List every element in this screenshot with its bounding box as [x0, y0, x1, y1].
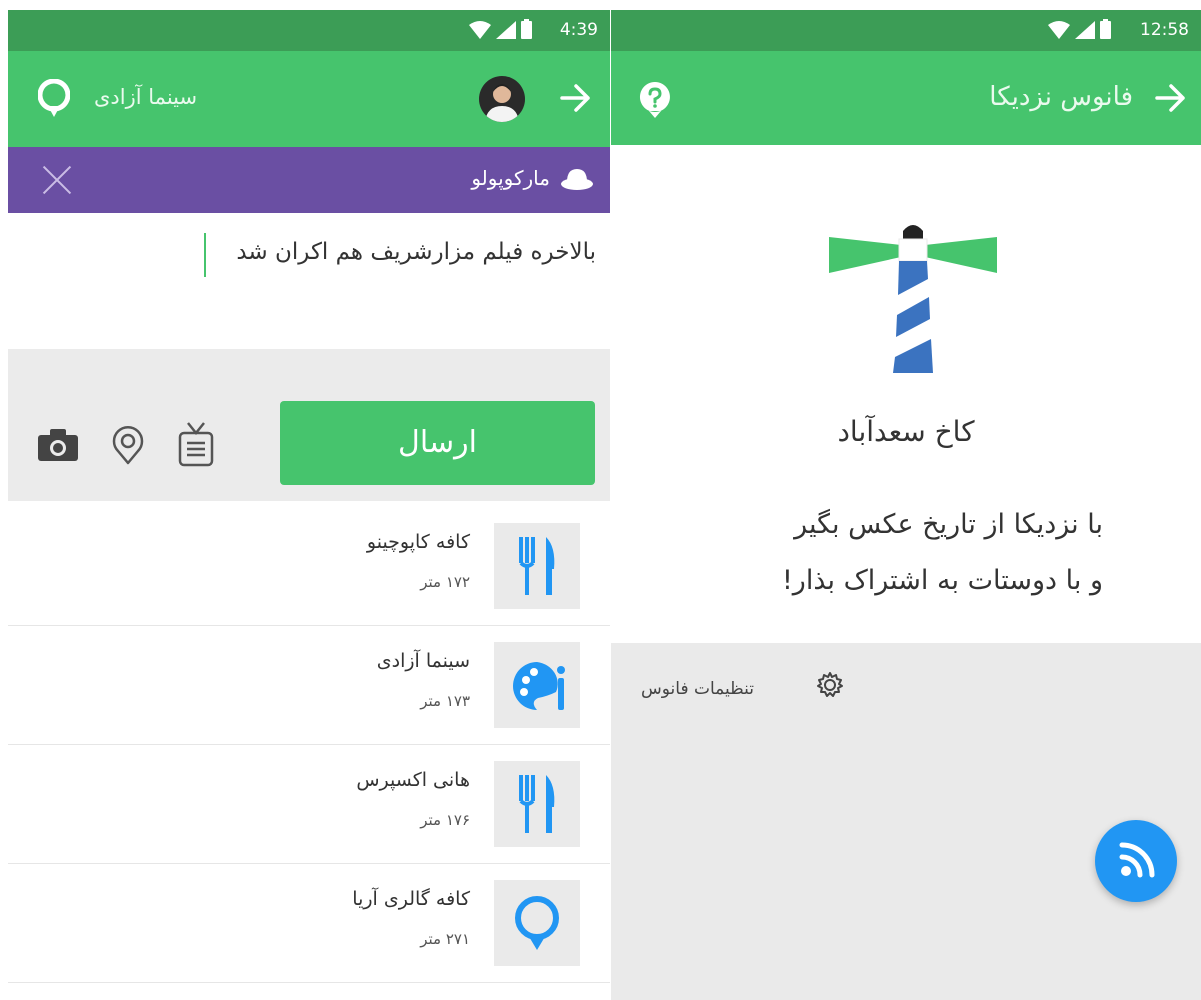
- tv-icon[interactable]: [178, 421, 214, 467]
- left-screen: 4:39 سینما آزادی مارکوپولو بالاخره فیلم …: [8, 0, 610, 1000]
- place-distance: ۱۷۲ متر: [420, 573, 470, 591]
- wifi-icon: [469, 21, 491, 39]
- list-item[interactable]: کافه گالری آریا ۲۷۱ متر: [8, 864, 610, 983]
- lighthouse-hero: کاخ سعدآباد با نزدیکا از تاریخ عکس بگیر …: [611, 145, 1201, 643]
- nearby-places-list: کافه کاپوچینو ۱۷۲ متر سینما آزادی ۱۷۳ مت…: [8, 501, 610, 1000]
- send-button[interactable]: ارسال: [280, 401, 595, 485]
- place-name: سینما آزادی: [376, 650, 470, 672]
- compose-input[interactable]: بالاخره فیلم مزارشریف هم اکران شد: [236, 239, 596, 265]
- place-name: کافه گالری آریا: [352, 888, 470, 910]
- lighthouse-settings-link[interactable]: تنظیمات فانوس: [641, 679, 754, 699]
- back-arrow-icon[interactable]: [1153, 81, 1187, 115]
- banner-label: مارکوپولو: [471, 166, 550, 190]
- compose-toolbar: ارسال: [8, 349, 610, 501]
- location-marker-icon: [515, 896, 559, 950]
- status-bar: 12:58: [611, 10, 1201, 51]
- status-time: 12:58: [1140, 20, 1189, 40]
- place-name: هانی اکسپرس: [356, 769, 470, 791]
- header-title: فانوس نزدیکا: [989, 82, 1133, 112]
- wifi-icon: [1048, 21, 1070, 39]
- avatar[interactable]: [479, 76, 525, 122]
- hero-text-line2: و با دوستات به اشتراک بذار!: [781, 565, 1103, 596]
- signal-icon: [1075, 21, 1095, 39]
- back-arrow-icon[interactable]: [558, 81, 592, 115]
- gear-icon[interactable]: [816, 671, 844, 699]
- fork-knife-icon: [519, 537, 555, 595]
- header-title: سینما آزادی: [94, 85, 198, 109]
- place-thumbnail: [494, 880, 580, 966]
- battery-icon: [1100, 19, 1111, 39]
- broadcast-fab-button[interactable]: [1095, 820, 1177, 902]
- camera-icon[interactable]: [38, 429, 78, 461]
- list-item[interactable]: هانی اکسپرس ۱۷۶ متر: [8, 745, 610, 864]
- place-distance: ۲۷۱ متر: [420, 930, 470, 948]
- app-bar: فانوس نزدیکا: [611, 51, 1201, 145]
- place-distance: ۱۷۶ متر: [420, 811, 470, 829]
- palette-icon: [513, 662, 565, 710]
- battery-icon: [521, 19, 532, 39]
- location-marker-icon[interactable]: [38, 79, 70, 119]
- list-item[interactable]: سینما آزادی ۱۷۳ متر: [8, 626, 610, 745]
- app-bar: سینما آزادی: [8, 51, 610, 147]
- hat-icon: [561, 169, 593, 190]
- signal-icon: [496, 21, 516, 39]
- pin-icon[interactable]: [112, 425, 144, 465]
- list-item[interactable]: کافه کاپوچینو ۱۷۲ متر: [8, 507, 610, 626]
- place-name: کاخ سعدآباد: [837, 415, 975, 448]
- place-thumbnail: [494, 523, 580, 609]
- right-screen: 12:58 فانوس نزدیکا کاخ سعدآباد با نزدیکا…: [611, 0, 1201, 1000]
- settings-area: تنظیمات فانوس: [611, 643, 1201, 1000]
- compose-area[interactable]: بالاخره فیلم مزارشریف هم اکران شد: [8, 213, 610, 349]
- place-distance: ۱۷۳ متر: [420, 692, 470, 710]
- place-thumbnail: [494, 642, 580, 728]
- fork-knife-icon: [519, 775, 555, 833]
- place-thumbnail: [494, 761, 580, 847]
- text-caret: [204, 233, 206, 277]
- place-name: کافه کاپوچینو: [366, 531, 470, 553]
- help-icon[interactable]: [639, 81, 671, 119]
- lighthouse-icon: [829, 225, 997, 373]
- status-time: 4:39: [559, 20, 598, 40]
- status-icons: [1048, 19, 1111, 39]
- checkin-banner: مارکوپولو: [8, 147, 610, 213]
- close-icon[interactable]: [40, 163, 74, 197]
- hero-text-line1: با نزدیکا از تاریخ عکس بگیر: [794, 509, 1103, 540]
- signal-waves-icon: [1119, 842, 1155, 878]
- status-bar: 4:39: [8, 10, 610, 51]
- status-icons: [469, 19, 532, 39]
